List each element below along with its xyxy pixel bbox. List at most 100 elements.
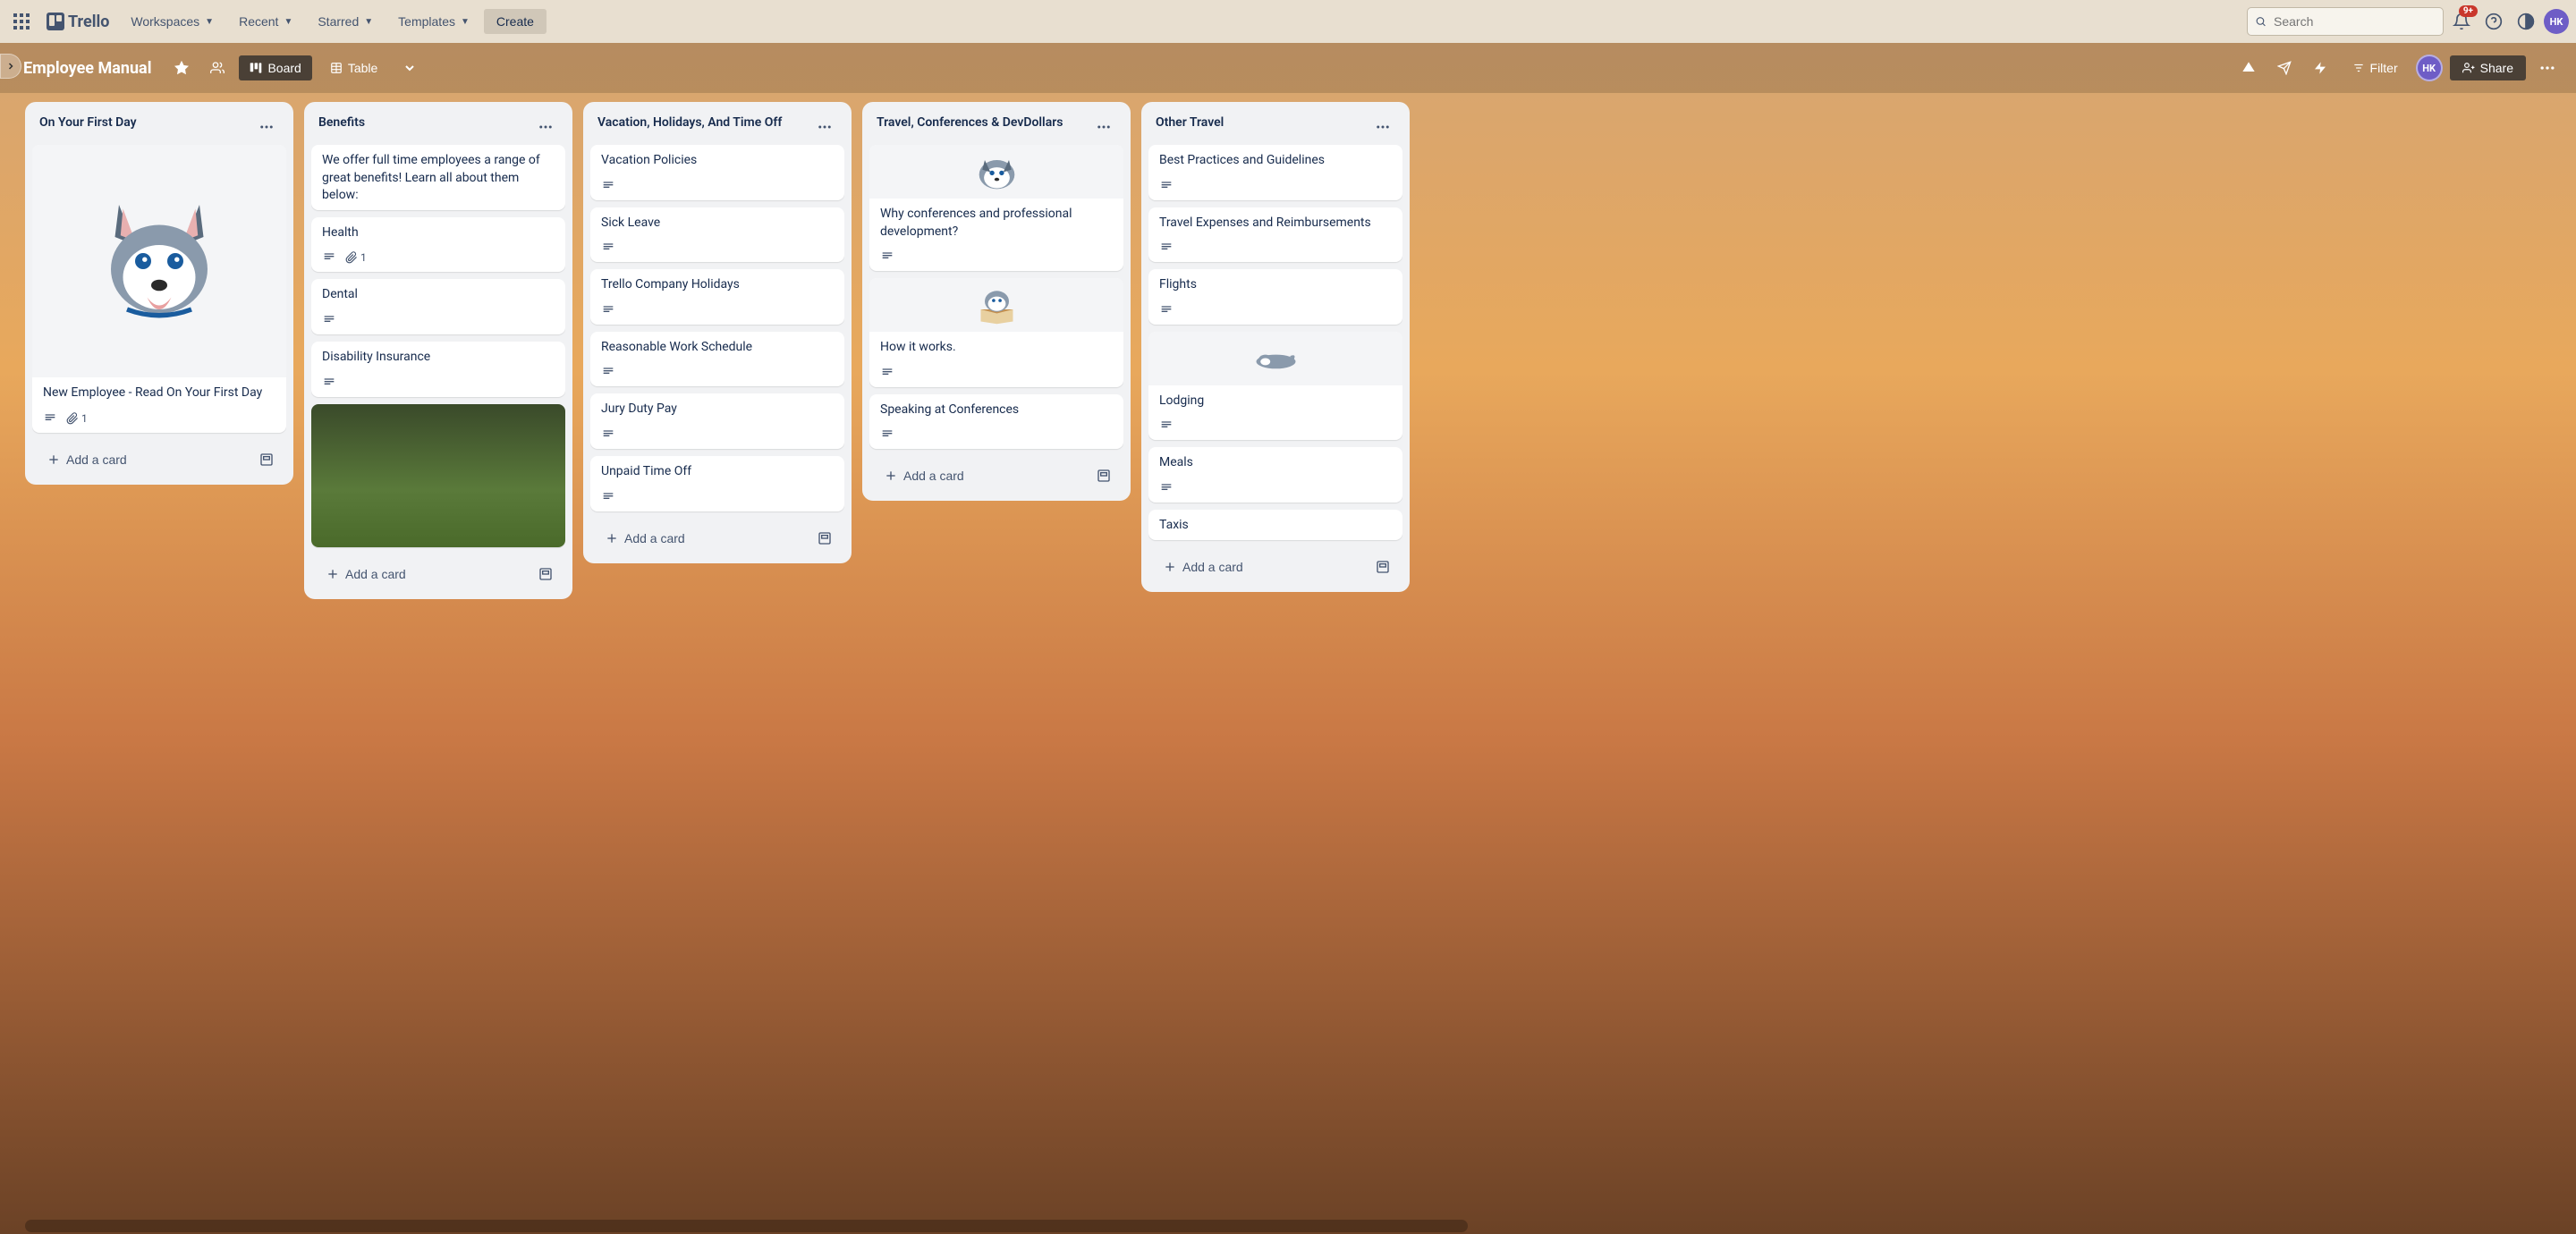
help-button[interactable] bbox=[2479, 7, 2508, 36]
list-menu-button[interactable] bbox=[533, 114, 558, 139]
card[interactable]: Trello Company Holidays bbox=[590, 269, 844, 325]
card[interactable]: How it works. bbox=[869, 278, 1123, 387]
list-menu-button[interactable] bbox=[1091, 114, 1116, 139]
add-card-button[interactable]: Add a card bbox=[597, 526, 812, 551]
table-view-button[interactable]: Table bbox=[319, 55, 388, 80]
add-card-button[interactable]: Add a card bbox=[318, 562, 533, 587]
card[interactable]: Vacation Policies bbox=[590, 145, 844, 200]
description-badge bbox=[601, 490, 615, 504]
add-card-button[interactable]: Add a card bbox=[39, 447, 254, 472]
avatar[interactable]: HK bbox=[2544, 9, 2569, 34]
horizontal-scrollbar[interactable] bbox=[25, 1220, 1468, 1232]
board-title[interactable]: Employee Manual bbox=[14, 59, 160, 78]
description-icon bbox=[601, 241, 615, 255]
powerup-rocket-button[interactable] bbox=[2270, 54, 2299, 82]
description-badge bbox=[322, 313, 336, 327]
list-title[interactable]: Other Travel bbox=[1156, 114, 1224, 132]
filter-button[interactable]: Filter bbox=[2342, 55, 2409, 80]
user-plus-icon bbox=[2462, 62, 2475, 74]
filter-icon bbox=[2352, 62, 2365, 74]
card[interactable]: New Employee - Read On Your First Day1 bbox=[32, 145, 286, 433]
description-badge bbox=[1159, 241, 1174, 255]
list-title[interactable]: On Your First Day bbox=[39, 114, 137, 132]
card-title: Vacation Policies bbox=[601, 152, 834, 170]
list: Travel, Conferences & DevDollars Why con… bbox=[862, 102, 1131, 501]
card-template-button[interactable] bbox=[1370, 554, 1395, 579]
description-badge bbox=[601, 179, 615, 193]
card-title: Dental bbox=[322, 286, 555, 304]
card-badges bbox=[590, 361, 844, 386]
board-menu-button[interactable] bbox=[2533, 54, 2562, 82]
create-button[interactable]: Create bbox=[484, 9, 547, 34]
card-badges bbox=[590, 300, 844, 325]
list-menu-button[interactable] bbox=[812, 114, 837, 139]
description-icon bbox=[601, 179, 615, 193]
card[interactable]: Why conferences and professional develop… bbox=[869, 145, 1123, 271]
description-badge bbox=[1159, 303, 1174, 317]
card[interactable]: Unpaid Time Off bbox=[590, 456, 844, 511]
star-button[interactable] bbox=[167, 54, 196, 82]
card-template-button[interactable] bbox=[1091, 463, 1116, 488]
card-template-button[interactable] bbox=[812, 526, 837, 551]
list-menu-button[interactable] bbox=[1370, 114, 1395, 139]
card-badges: 1 bbox=[32, 408, 286, 433]
templates-button[interactable]: Templates▼ bbox=[387, 9, 480, 34]
automation-button[interactable] bbox=[2306, 54, 2334, 82]
add-card-button[interactable]: Add a card bbox=[1156, 554, 1370, 579]
notifications-button[interactable]: 9+ bbox=[2447, 7, 2476, 36]
card[interactable] bbox=[311, 404, 565, 547]
card[interactable]: We offer full time employees a range of … bbox=[311, 145, 565, 210]
chevron-right-icon bbox=[5, 61, 16, 72]
search-box[interactable] bbox=[2247, 7, 2444, 36]
board-icon bbox=[250, 62, 262, 74]
card[interactable]: Travel Expenses and Reimbursements bbox=[1148, 207, 1402, 263]
card[interactable]: Taxis bbox=[1148, 510, 1402, 540]
card[interactable]: Reasonable Work Schedule bbox=[590, 332, 844, 387]
starred-button[interactable]: Starred▼ bbox=[307, 9, 384, 34]
board-view-button[interactable]: Board bbox=[239, 55, 311, 80]
apps-menu-icon[interactable] bbox=[7, 7, 36, 36]
workspaces-button[interactable]: Workspaces▼ bbox=[120, 9, 225, 34]
share-button[interactable]: Share bbox=[2450, 55, 2526, 80]
list-title[interactable]: Travel, Conferences & DevDollars bbox=[877, 114, 1063, 132]
more-icon bbox=[2538, 59, 2556, 77]
card[interactable]: Sick Leave bbox=[590, 207, 844, 263]
template-icon bbox=[259, 452, 274, 467]
card[interactable]: Health 1 bbox=[311, 217, 565, 273]
board-member-avatar[interactable]: HK bbox=[2416, 55, 2443, 81]
list-title[interactable]: Vacation, Holidays, And Time Off bbox=[597, 114, 782, 132]
list-title[interactable]: Benefits bbox=[318, 114, 365, 132]
card-badges: 1 bbox=[311, 247, 565, 272]
list-menu-button[interactable] bbox=[254, 114, 279, 139]
description-icon bbox=[880, 427, 894, 442]
list: Vacation, Holidays, And Time Off Vacatio… bbox=[583, 102, 852, 563]
send-icon bbox=[2277, 61, 2292, 75]
board-canvas[interactable]: On Your First Day New Employee - Read On… bbox=[0, 93, 2576, 1234]
card[interactable]: Disability Insurance bbox=[311, 342, 565, 397]
card-template-button[interactable] bbox=[254, 447, 279, 472]
plus-icon bbox=[1163, 560, 1177, 574]
card[interactable]: Lodging bbox=[1148, 332, 1402, 441]
card[interactable]: Best Practices and Guidelines bbox=[1148, 145, 1402, 200]
attachment-icon bbox=[345, 251, 358, 264]
card-title: How it works. bbox=[880, 339, 1113, 357]
view-switcher-button[interactable] bbox=[395, 54, 424, 82]
add-card-button[interactable]: Add a card bbox=[877, 463, 1091, 488]
powerup-drive-button[interactable] bbox=[2234, 54, 2263, 82]
trello-logo[interactable]: Trello bbox=[39, 13, 116, 31]
list-cards: Why conferences and professional develop… bbox=[869, 143, 1123, 458]
card[interactable]: Speaking at Conferences bbox=[869, 394, 1123, 450]
card[interactable]: Dental bbox=[311, 279, 565, 334]
card[interactable]: Jury Duty Pay bbox=[590, 393, 844, 449]
recent-button[interactable]: Recent▼ bbox=[228, 9, 303, 34]
search-input[interactable] bbox=[2274, 14, 2436, 29]
card-title: Health bbox=[322, 224, 555, 242]
visibility-button[interactable] bbox=[203, 54, 232, 82]
card-title: Meals bbox=[1159, 454, 1392, 472]
theme-button[interactable] bbox=[2512, 7, 2540, 36]
card[interactable]: Meals bbox=[1148, 447, 1402, 503]
card[interactable]: Flights bbox=[1148, 269, 1402, 325]
card-template-button[interactable] bbox=[533, 562, 558, 587]
card-title: Trello Company Holidays bbox=[601, 276, 834, 294]
description-badge bbox=[880, 427, 894, 442]
